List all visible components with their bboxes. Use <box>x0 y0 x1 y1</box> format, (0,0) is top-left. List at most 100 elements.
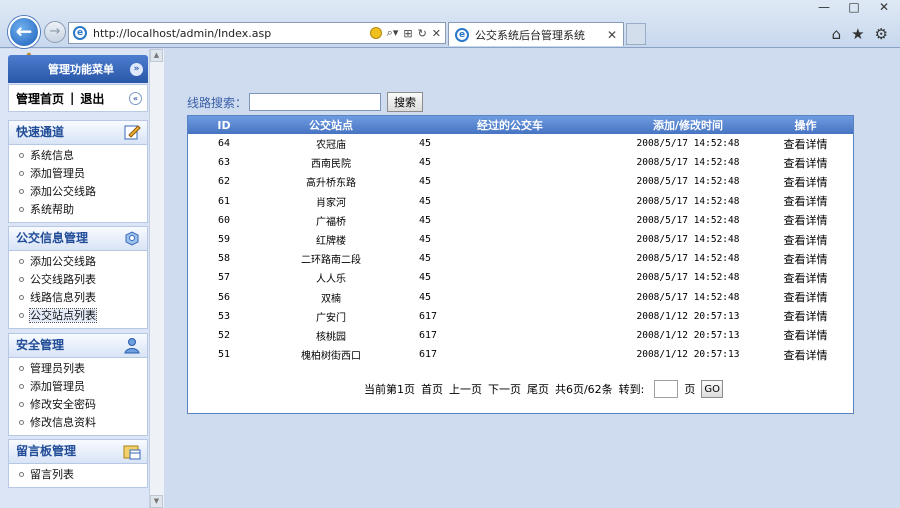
home-icon[interactable]: ⌂ <box>832 25 842 43</box>
bullet-icon <box>19 277 24 282</box>
left-frame-scrollbar[interactable]: ▲ ▼ <box>149 49 164 508</box>
menu-item[interactable]: 添加管理员 <box>9 378 147 396</box>
forward-button[interactable]: → <box>44 21 66 43</box>
pager-next-link[interactable]: 下一页 <box>488 381 521 397</box>
address-text[interactable]: http://localhost/admin/Index.asp <box>93 27 271 40</box>
menu-item[interactable]: 系统帮助 <box>9 201 147 219</box>
group-header[interactable]: 公交信息管理 <box>8 226 148 250</box>
cell-id: 62 <box>217 176 231 188</box>
browser-chrome: — □ ✕ ← → e http://localhost/admin/Index… <box>0 0 900 48</box>
group-title: 快速通道 <box>16 125 65 139</box>
go-button[interactable]: GO <box>701 380 724 398</box>
bullet-icon <box>19 171 24 176</box>
minimize-button[interactable]: — <box>816 0 832 14</box>
compatibility-icon[interactable] <box>369 27 382 39</box>
view-details-link[interactable]: 查看详情 <box>758 326 853 345</box>
menu-item[interactable]: 公交线路列表 <box>9 271 147 289</box>
refresh-icon[interactable]: ↻ <box>418 27 427 40</box>
menu-item[interactable]: 添加公交线路 <box>9 183 147 201</box>
menu-item[interactable]: 添加公交线路 <box>9 253 147 271</box>
menu-item-label: 管理员列表 <box>30 362 85 375</box>
close-window-button[interactable]: ✕ <box>876 0 892 14</box>
view-details-link[interactable]: 查看详情 <box>758 268 853 287</box>
pager-prev-link[interactable]: 上一页 <box>449 381 482 397</box>
search-dropdown-icon[interactable]: ⌕▾ <box>387 26 399 40</box>
cell-buses: 45 <box>419 234 432 246</box>
view-details-link[interactable]: 查看详情 <box>758 307 853 326</box>
menu-item[interactable]: 线路信息列表 <box>9 289 147 307</box>
group-guestbook: 留言板管理 留言列表 <box>8 439 148 488</box>
table-row: 52 核桃园 617 2008/1/12 20:57:13 查看详情 <box>188 326 853 345</box>
home-link[interactable]: 管理首页 <box>16 90 64 107</box>
bullet-icon <box>19 189 24 194</box>
view-details-link[interactable]: 查看详情 <box>758 345 853 364</box>
new-tab-button[interactable] <box>626 23 646 45</box>
table-row: 51 槐柏树街西口 617 2008/1/12 20:57:13 查看详情 <box>188 345 853 364</box>
menu-item[interactable]: 修改安全密码 <box>9 396 147 414</box>
scroll-up-icon[interactable]: ▲ <box>150 49 163 62</box>
menu-item-label: 公交线路列表 <box>30 273 96 286</box>
view-details-link[interactable]: 查看详情 <box>758 288 853 307</box>
view-details-link[interactable]: 查看详情 <box>758 249 853 268</box>
back-button[interactable]: ← <box>8 16 40 48</box>
pager-current: 当前第1页 <box>363 383 415 396</box>
cell-buses: 45 <box>419 157 432 169</box>
menu-item[interactable]: 管理员列表 <box>9 360 147 378</box>
menu-item-label: 修改安全密码 <box>30 398 96 411</box>
menu-item-active[interactable]: 公交站点列表 <box>9 307 147 325</box>
pager-last-link[interactable]: 尾页 <box>527 381 549 397</box>
search-input[interactable] <box>249 93 382 111</box>
view-details-link[interactable]: 查看详情 <box>758 211 853 230</box>
group-title: 留言板管理 <box>16 444 77 458</box>
bullet-icon <box>19 259 24 264</box>
page-number-input[interactable] <box>654 380 679 398</box>
stop-icon[interactable]: ✕ <box>432 27 441 40</box>
chevron-left-icon[interactable]: « <box>129 92 142 105</box>
ie-page-icon: e <box>73 26 87 40</box>
view-details-link[interactable]: 查看详情 <box>758 192 853 211</box>
menu-item[interactable]: 修改信息资料 <box>9 414 147 432</box>
cell-id: 60 <box>217 214 231 226</box>
pager-first-link[interactable]: 首页 <box>421 381 443 397</box>
favorites-star-icon[interactable]: ★ <box>851 25 864 43</box>
view-details-link[interactable]: 查看详情 <box>758 153 853 172</box>
maximize-button[interactable]: □ <box>846 0 862 14</box>
cell-station-name: 广福桥 <box>316 216 346 228</box>
search-button[interactable]: 搜索 <box>387 92 424 112</box>
cell-time: 2008/1/12 20:57:13 <box>636 310 740 322</box>
cell-time: 2008/1/12 20:57:13 <box>636 349 740 361</box>
view-details-link[interactable]: 查看详情 <box>758 134 853 153</box>
cell-time: 2008/5/17 14:52:48 <box>636 176 740 188</box>
cell-buses: 45 <box>419 195 432 207</box>
pager-goto-label: 转到: <box>618 383 645 396</box>
menu-item-label: 添加管理员 <box>30 380 85 393</box>
group-header[interactable]: 安全管理 <box>8 333 148 357</box>
settings-gear-icon[interactable]: ⚙ <box>875 25 888 43</box>
group-header[interactable]: 快速通道 <box>8 120 148 144</box>
address-tools: ⌕▾ ⊞ ↻ ✕ <box>369 26 445 40</box>
user-security-icon <box>124 338 140 354</box>
menu-item[interactable]: 添加管理员 <box>9 165 147 183</box>
logout-link[interactable]: 退出 <box>80 90 104 107</box>
cell-station-name: 广安门 <box>316 312 346 324</box>
browser-tab[interactable]: e 公交系统后台管理系统 ✕ <box>448 22 624 46</box>
tab-favicon-icon: e <box>455 27 469 42</box>
group-header[interactable]: 留言板管理 <box>8 439 148 463</box>
menu-item-label: 线路信息列表 <box>30 291 96 304</box>
table-row: 60 广福桥 45 2008/5/17 14:52:48 查看详情 <box>188 211 853 230</box>
menu-item-label: 添加公交线路 <box>30 185 96 198</box>
cell-station-name: 人人乐 <box>316 274 346 286</box>
view-details-link[interactable]: 查看详情 <box>758 230 853 249</box>
compat-view-icon[interactable]: ⊞ <box>403 27 412 40</box>
address-bar[interactable]: e http://localhost/admin/Index.asp ⌕▾ ⊞ … <box>68 22 446 44</box>
menu-item-label: 留言列表 <box>30 468 74 481</box>
menu-item[interactable]: 系统信息 <box>9 147 147 165</box>
view-details-link[interactable]: 查看详情 <box>758 172 853 191</box>
scroll-down-icon[interactable]: ▼ <box>150 495 163 508</box>
cell-buses: 617 <box>419 329 438 341</box>
collapse-menu-icon[interactable]: » <box>130 63 143 76</box>
menu-item[interactable]: 留言列表 <box>9 466 147 484</box>
column-header-id: ID <box>188 116 260 134</box>
group-title: 公交信息管理 <box>16 231 89 245</box>
tab-close-icon[interactable]: ✕ <box>607 28 617 42</box>
